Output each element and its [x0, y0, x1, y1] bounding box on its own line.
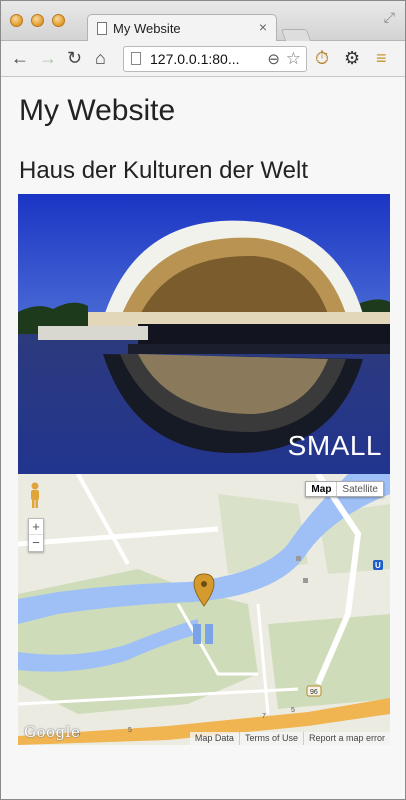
- bookmark-star-icon[interactable]: ☆: [286, 49, 301, 69]
- road-number: 7: [262, 713, 266, 720]
- road-number: 5: [291, 707, 295, 714]
- report-map-error-link[interactable]: Report a map error: [302, 732, 390, 745]
- zoom-out-button[interactable]: −: [29, 535, 43, 551]
- map-footer: Map Data Terms of Use Report a map error: [189, 732, 390, 745]
- tab-close-icon[interactable]: ×: [259, 19, 267, 35]
- back-icon[interactable]: ←: [11, 48, 29, 68]
- minimize-window-button[interactable]: [31, 14, 44, 27]
- pegman-icon[interactable]: [28, 482, 42, 510]
- address-bar[interactable]: 127.0.0.1:80... ⊖ ☆: [123, 46, 307, 72]
- map-data-link[interactable]: Map Data: [190, 732, 239, 745]
- tab-my-website[interactable]: My Website ×: [87, 14, 277, 42]
- extension-timer-icon[interactable]: ⏱: [315, 48, 329, 68]
- page-icon: [97, 22, 107, 35]
- google-map[interactable]: 96 5 5 7 5 U + − Map Satellite Google Ma…: [18, 474, 390, 745]
- terms-of-use-link[interactable]: Terms of Use: [238, 732, 303, 745]
- home-icon[interactable]: ⌂: [95, 48, 106, 68]
- route-shield-label: 96: [310, 689, 318, 696]
- map-tiles[interactable]: 96 5 5 7 5 U: [18, 474, 390, 745]
- page-subtitle: Haus der Kulturen der Welt: [19, 157, 309, 184]
- page-icon: [131, 52, 141, 65]
- map-type-control: Map Satellite: [305, 481, 384, 497]
- tab-title: My Website: [113, 21, 181, 36]
- zoom-icon[interactable]: ⊖: [267, 50, 280, 68]
- svg-text:U: U: [375, 561, 381, 570]
- zoom-in-button[interactable]: +: [29, 519, 43, 535]
- building-photo: SMALL: [18, 194, 390, 474]
- map-type-satellite-button[interactable]: Satellite: [337, 482, 383, 496]
- menu-icon[interactable]: ≡: [376, 48, 387, 68]
- tab-strip: My Website × ⤢: [1, 1, 405, 42]
- reload-icon[interactable]: ↻: [67, 48, 82, 68]
- browser-toolbar: ← → ↻ ⌂ 127.0.0.1:80... ⊖ ☆ ⏱ ⚙ ≡: [1, 41, 405, 77]
- url-text: 127.0.0.1:80...: [150, 51, 240, 67]
- browser-window: My Website × ⤢ ← → ↻ ⌂ 127.0.0.1:80... ⊖…: [0, 0, 406, 800]
- close-window-button[interactable]: [10, 14, 23, 27]
- fullscreen-icon[interactable]: ⤢: [384, 9, 395, 26]
- settings-gear-icon[interactable]: ⚙: [344, 48, 360, 68]
- road-number: 5: [128, 727, 132, 734]
- zoom-window-button[interactable]: [52, 14, 65, 27]
- page-title: My Website: [19, 94, 176, 127]
- google-logo[interactable]: Google: [24, 723, 80, 741]
- image-size-label: SMALL: [287, 430, 382, 461]
- new-tab-button[interactable]: [280, 29, 312, 41]
- map-type-map-button[interactable]: Map: [306, 482, 338, 496]
- page-content: My Website Haus der Kulturen der Welt SM…: [1, 78, 405, 799]
- zoom-control: + −: [28, 518, 44, 552]
- forward-icon[interactable]: →: [39, 48, 57, 68]
